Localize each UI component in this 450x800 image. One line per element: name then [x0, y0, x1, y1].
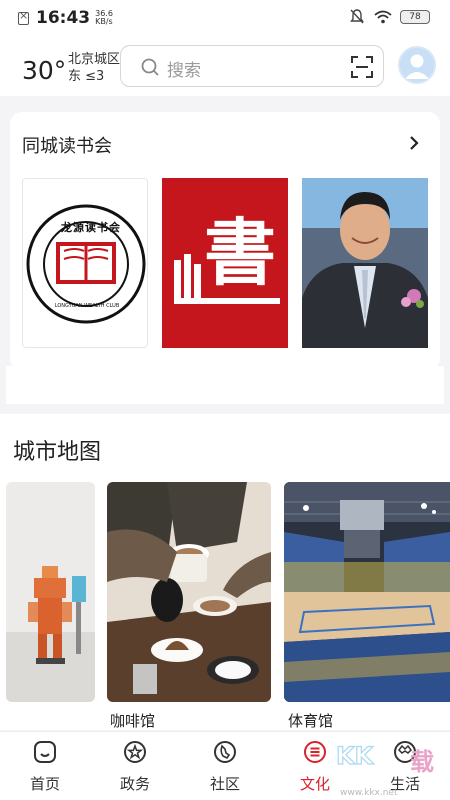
bottom-nav: 首页 政务 社区 文化 生活 KK 载 www.kkx.net	[0, 731, 450, 800]
search-icon	[141, 58, 159, 76]
robot-toy-image	[6, 482, 95, 702]
scan-icon[interactable]	[351, 56, 373, 78]
reading-club-card: 同城读书会 龙源读书会 LONGYUAN WEALTH CLUB 書	[10, 112, 440, 370]
longyuan-logo	[26, 204, 146, 324]
nav-item-community[interactable]: 社区	[180, 732, 270, 800]
weather-temperature[interactable]: 30°	[22, 56, 66, 85]
location-name: 北京城区	[68, 52, 121, 67]
nav-label-home: 首页	[29, 775, 60, 793]
place-label: 咖啡馆	[110, 712, 156, 730]
watermark-suffix: 载	[410, 748, 434, 776]
nav-item-home[interactable]: 首页	[0, 732, 90, 800]
search-bar[interactable]: 搜索	[120, 45, 384, 87]
nav-item-government[interactable]: 政务	[90, 732, 180, 800]
status-time: 16:43	[36, 8, 91, 28]
wind-info: 东 ≤3	[68, 69, 105, 84]
speaker-photo	[302, 178, 428, 348]
battery-icon: 78	[400, 9, 430, 24]
stadium-image	[284, 482, 450, 702]
reading-club-item[interactable]: 書	[162, 178, 288, 348]
watermark-url: www.kkx.net	[340, 788, 398, 798]
community-icon	[214, 741, 236, 763]
avatar[interactable]	[398, 46, 436, 84]
card-footer-strip	[6, 366, 444, 404]
longyuan-logo-subtext: LONGYUAN WEALTH CLUB	[54, 303, 120, 309]
notification-icon	[18, 9, 29, 25]
wifi-icon	[374, 10, 392, 23]
place-card[interactable]	[107, 482, 271, 702]
status-bar: 16:43 36.6 KB/s 78	[0, 0, 450, 36]
city-map-section: 城市地图 咖啡馆 体育馆	[0, 414, 450, 730]
network-speed: 36.6 KB/s	[95, 9, 113, 26]
search-input[interactable]: 搜索	[167, 56, 201, 81]
longyuan-logo-text: 龙源读书会	[61, 221, 121, 234]
culture-icon	[304, 741, 326, 763]
top-header: 30° 北京城区 东 ≤3 搜索	[0, 36, 450, 96]
city-map-title: 城市地图	[13, 440, 102, 465]
cafe-image	[107, 482, 271, 702]
watermark-letters: KK	[335, 741, 374, 770]
place-label: 体育馆	[288, 712, 334, 730]
user-icon	[398, 46, 436, 84]
place-card[interactable]	[6, 482, 95, 702]
reading-club-item[interactable]	[302, 178, 428, 348]
home-icon	[34, 741, 56, 763]
books-logo-char: 書	[204, 210, 277, 295]
nav-label-community: 社区	[209, 775, 240, 793]
place-card[interactable]	[284, 482, 450, 702]
reading-club-title: 同城读书会	[22, 136, 112, 157]
reading-club-item[interactable]: 龙源读书会 LONGYUAN WEALTH CLUB	[22, 178, 148, 348]
mute-bell-icon	[350, 9, 364, 24]
weather-location[interactable]: 北京城区 东 ≤3	[68, 51, 120, 85]
nav-label-government: 政务	[119, 775, 150, 793]
chevron-right-icon[interactable]	[408, 135, 420, 151]
government-icon	[124, 741, 146, 763]
